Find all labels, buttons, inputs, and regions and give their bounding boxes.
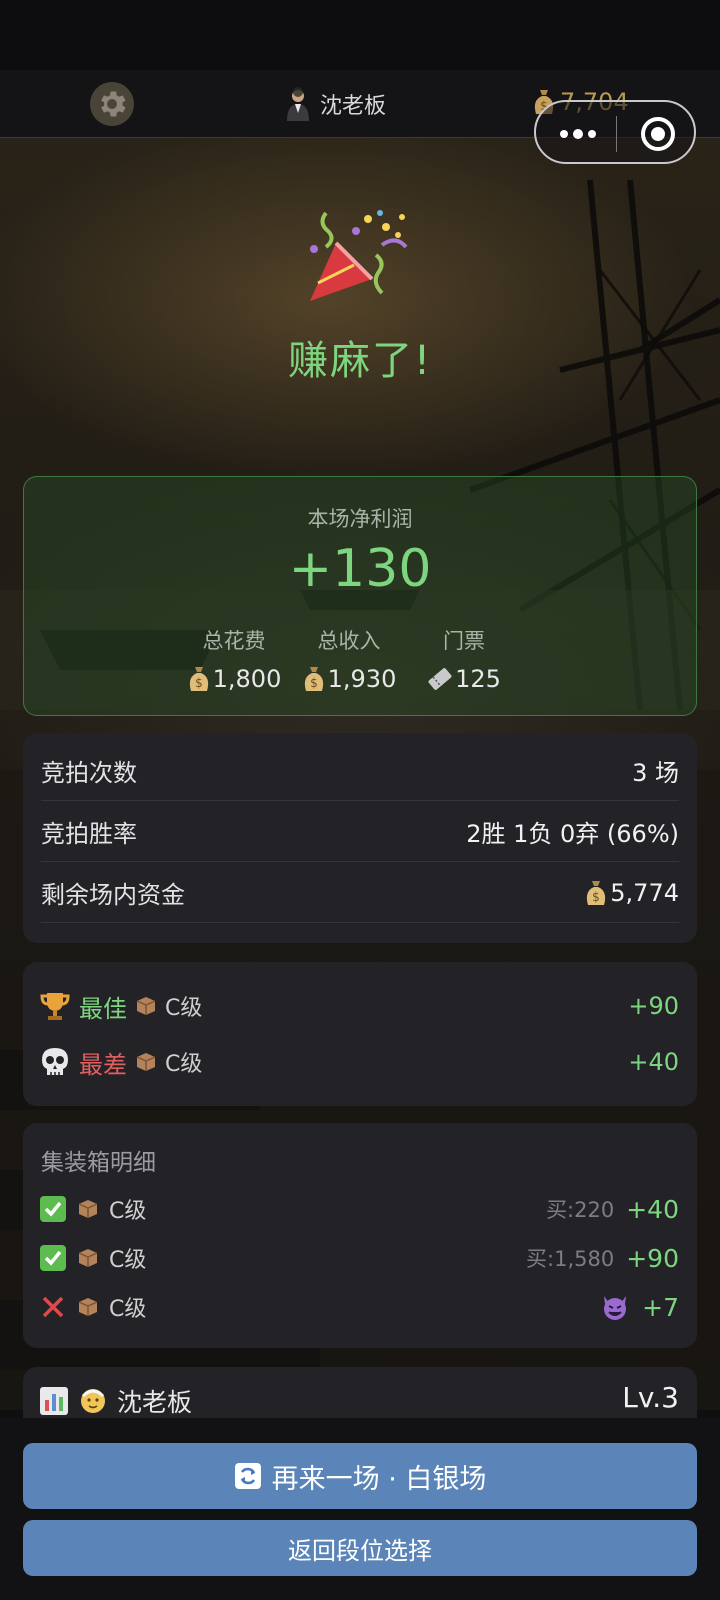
ticket-value-row: 125 [419,665,509,693]
level-left: 沈老板 [39,1383,192,1419]
play-again-button[interactable]: 再来一场 · 白银场 [23,1443,697,1509]
result-title: 赚麻了! [287,338,433,384]
worst-row: 最差 C级 +40 [39,1034,679,1090]
best-label: 最佳 [79,994,127,1023]
package-icon [136,997,156,1015]
remaining-funds-value-row: $ 5,774 [584,879,679,907]
container-details-card: 集装箱明细 C级 买:220 +40 C级 买:1,580 +90 C级 +7 [23,1123,697,1348]
net-profit-value: +130 [288,539,432,599]
stat-label: 剩余场内资金 [41,881,185,909]
check-mark-icon [40,1245,66,1271]
total-cost-column: 总花费 $ 1,800 [179,625,289,693]
package-icon [78,1249,98,1267]
worst-grade: C级 [165,1052,203,1077]
details-title: 集装箱明细 [41,1150,156,1176]
close-miniprogram-icon[interactable] [638,114,678,154]
detail-gain: +40 [626,1194,679,1224]
smiling-devil-icon [604,1296,627,1320]
detail-right: +7 [600,1292,679,1322]
ticket-value: 125 [455,665,501,693]
money-bag-icon: $ [587,880,606,905]
stat-value: 5,774 [610,878,679,907]
stat-row-win-rate: 竞拍胜率 2胜 1负 0弃 (66%) [41,802,679,862]
detail-gain: +90 [626,1243,679,1273]
more-menu-icon[interactable] [556,122,604,146]
detail-row: C级 买:220 +40 [39,1185,679,1233]
package-icon [136,1053,156,1071]
best-left: 最佳 C级 [39,989,202,1024]
money-bag-icon: $ [304,667,323,691]
stat-row-remaining-funds: 剩余场内资金 $ 5,774 [41,863,679,923]
detail-left: C级 [39,1242,146,1274]
detail-grade: C级 [109,1248,147,1273]
player-name: 沈老板 [320,94,387,119]
stat-label: 竞拍胜率 [41,820,137,848]
detail-row: C级 +7 [39,1283,679,1331]
total-cost-value: 1,800 [212,665,282,693]
party-popper-icon [310,210,408,301]
best-row: 最佳 C级 +90 [39,978,679,1034]
svg-text:$: $ [592,890,600,904]
auction-stats-card: 竞拍次数 3 场 竞拍胜率 2胜 1负 0弃 (66%) 剩余场内资金 $ 5,… [23,733,697,943]
stat-value: 2胜 1负 0弃 (66%) [466,820,679,848]
skull-icon [42,1048,68,1075]
total-income-value: 1,930 [327,665,397,693]
net-profit-card: 本场净利润 +130 总花费 $ 1,800 总收入 $ 1,930 门票 12… [23,476,697,716]
best-grade: C级 [165,996,203,1021]
back-to-rank-select-button[interactable]: 返回段位选择 [23,1520,697,1576]
boss-avatar-icon [287,87,309,121]
ticket-column: 门票 125 [419,625,509,693]
package-icon [78,1298,98,1316]
status-bar [0,0,720,70]
detail-left: C级 [39,1291,146,1323]
total-cost-label: 总花费 [202,629,266,653]
old-man-icon [81,1389,105,1413]
capsule-divider [616,116,617,152]
back-label: 返回段位选择 [288,1536,432,1565]
detail-gain: +7 [642,1292,679,1322]
refresh-icon [234,1463,261,1489]
settings-button[interactable] [90,82,134,126]
level-player-name: 沈老板 [117,1388,193,1417]
worst-value: +40 [628,1048,679,1076]
bar-chart-icon [40,1387,68,1415]
detail-buy-price: 买:220 [546,1198,615,1222]
stat-value: 3 场 [632,759,679,787]
stat-label: 竞拍次数 [41,759,137,787]
money-bag-icon: $ [189,667,208,691]
package-icon [78,1200,98,1218]
level-value: Lv.3 [622,1381,679,1414]
total-income-label: 总收入 [317,629,381,653]
player-name-tag: 沈老板 [284,86,386,122]
svg-text:$: $ [310,676,318,690]
svg-text:$: $ [195,676,203,690]
ticket-icon [428,668,452,690]
detail-right: 买:220 +40 [546,1194,679,1224]
best-value: +90 [628,992,679,1020]
play-again-label: 再来一场 · 白银场 [271,1463,487,1495]
total-income-column: 总收入 $ 1,930 [294,625,404,693]
detail-grade: C级 [109,1297,147,1322]
total-cost-value-row: $ 1,800 [179,665,289,693]
trophy-icon [40,993,70,1020]
ticket-label: 门票 [443,629,485,653]
stat-row-auction-count: 竞拍次数 3 场 [41,741,679,801]
cross-mark-icon [42,1296,64,1318]
worst-label: 最差 [79,1050,127,1079]
detail-right: 买:1,580 +90 [526,1243,679,1273]
detail-buy-price: 买:1,580 [526,1247,615,1271]
worst-left: 最差 C级 [39,1045,202,1080]
check-mark-icon [40,1196,66,1222]
detail-left: C级 [39,1193,146,1225]
net-profit-label: 本场净利润 [307,507,413,531]
detail-grade: C级 [109,1199,147,1224]
best-worst-card: 最佳 C级 +90 最差 C级 +40 [23,962,697,1106]
detail-row: C级 买:1,580 +90 [39,1234,679,1282]
miniprogram-capsule [534,100,696,164]
total-income-value-row: $ 1,930 [294,665,404,693]
page: 沈老板 $ 7,704 [0,0,720,1600]
gear-icon [101,91,126,117]
